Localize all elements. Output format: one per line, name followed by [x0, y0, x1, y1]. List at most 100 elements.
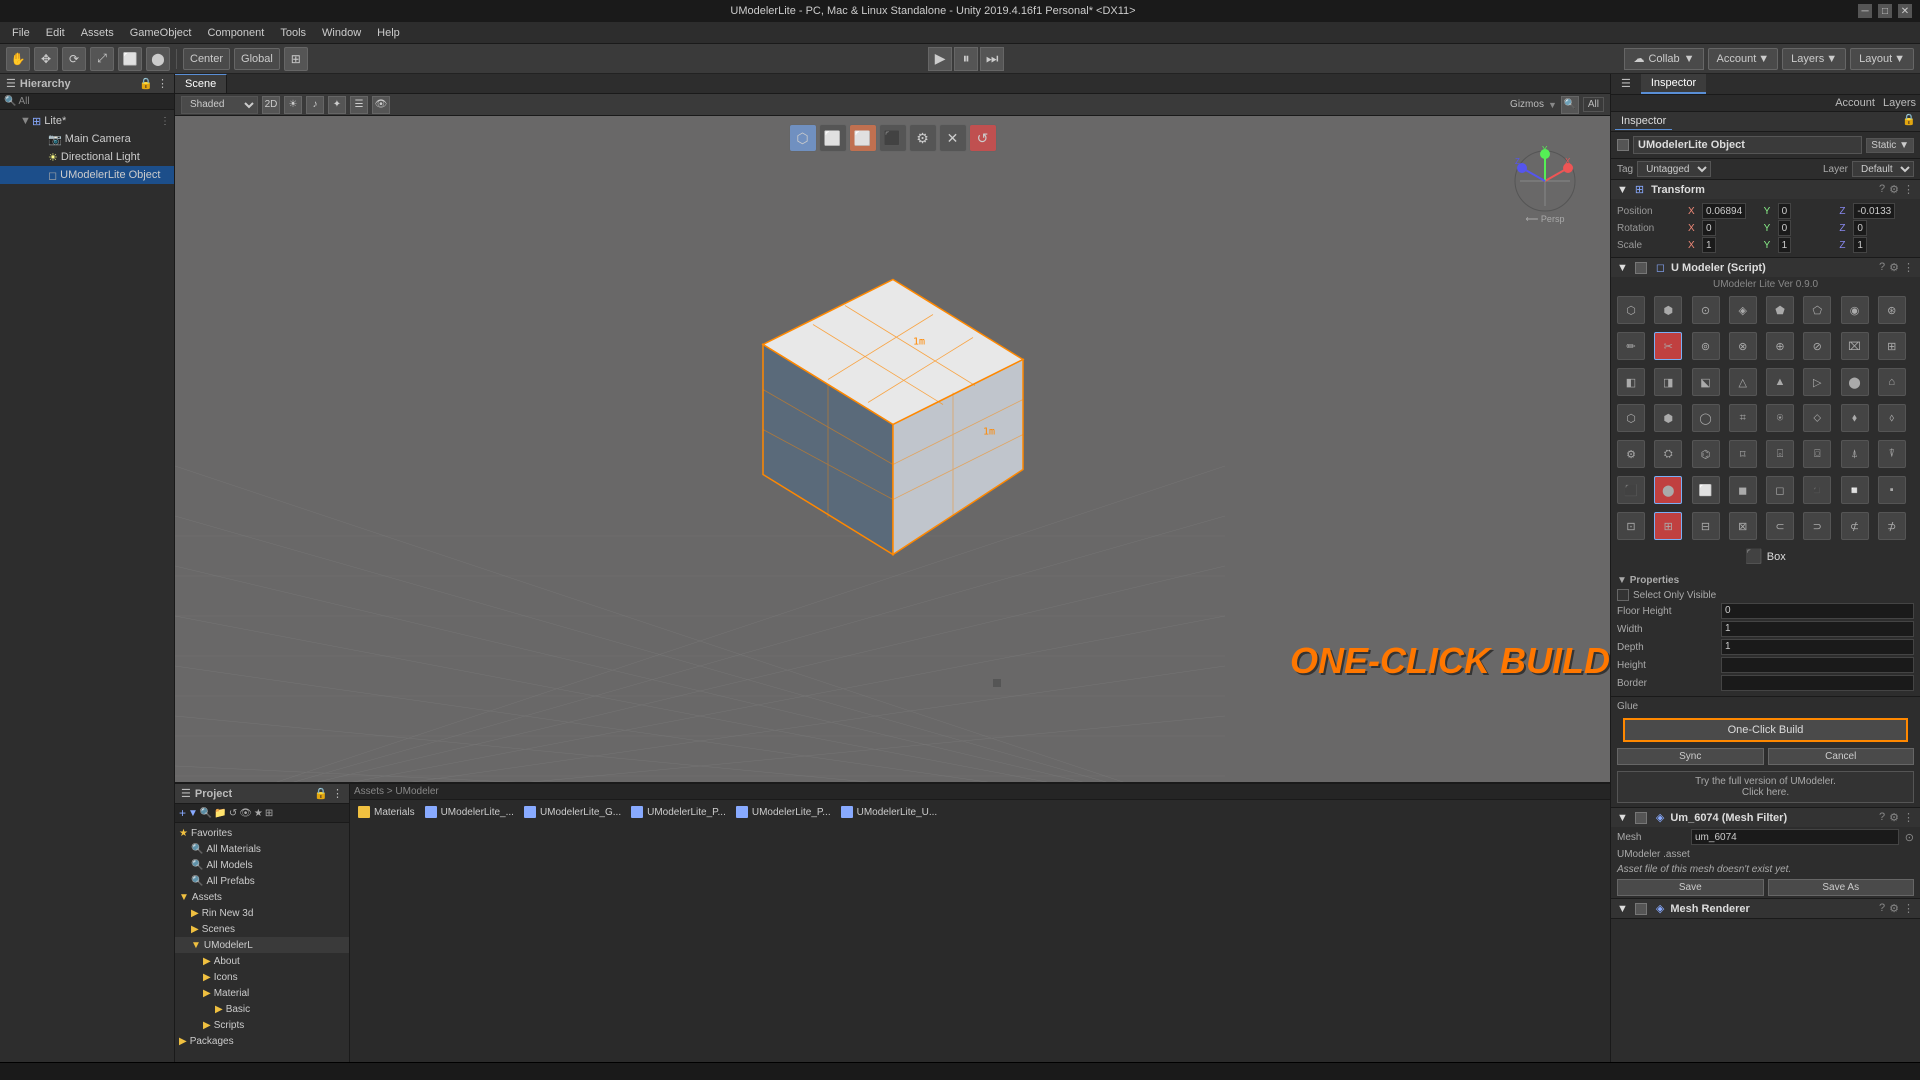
tool-btn-5[interactable]: ⬟ — [1766, 296, 1794, 324]
tool-btn-13[interactable]: ⊕ — [1766, 332, 1794, 360]
umodeler-material[interactable]: ▶ Material — [175, 985, 349, 1001]
account-tab[interactable]: Account — [1835, 97, 1875, 109]
favorites-prefabs[interactable]: 🔍 All Prefabs — [175, 873, 349, 889]
file-umodeler-4[interactable]: UModelerLite_P... — [732, 804, 835, 820]
hierarchy-collapse-icon[interactable]: ☰ — [6, 77, 16, 90]
scene-view-top-btn[interactable]: ⬛ — [879, 124, 907, 152]
tool-btn-47[interactable]: ◽ — [1841, 476, 1869, 504]
tag-select[interactable]: Untagged — [1637, 161, 1711, 177]
account-button[interactable]: Account ▼ — [1708, 48, 1779, 70]
menu-component[interactable]: Component — [199, 25, 272, 41]
layout-button[interactable]: Layout ▼ — [1850, 48, 1914, 70]
tool-btn-44[interactable]: ◼ — [1729, 476, 1757, 504]
favorites-materials[interactable]: 🔍 All Materials — [175, 841, 349, 857]
umodeler-enabled-checkbox[interactable] — [1635, 262, 1647, 274]
scene-view[interactable]: 1m 1m 1m ONE-CLICK BUILD X — [175, 116, 1610, 782]
project-star-btn[interactable]: ★ — [254, 808, 263, 819]
hidden-objects-btn[interactable]: 👁 — [372, 96, 390, 114]
hierarchy-menu-icon[interactable]: ⋮ — [157, 77, 168, 90]
scene-view-persp-btn[interactable]: ⬡ — [789, 124, 817, 152]
scene-view-mode[interactable]: ☰ — [350, 96, 368, 114]
hierarchy-lock-icon[interactable]: 🔒 — [139, 77, 153, 90]
tool-btn-51[interactable]: ⊟ — [1692, 512, 1720, 540]
inspector-sub-tab[interactable]: Inspector — [1615, 113, 1672, 130]
tool-btn-6[interactable]: ⬠ — [1803, 296, 1831, 324]
mesh-filter-info[interactable]: ? — [1879, 811, 1885, 824]
active-checkbox[interactable] — [1617, 139, 1629, 151]
tool-btn-30[interactable]: ⬦ — [1803, 404, 1831, 432]
audio-btn[interactable]: ♪ — [306, 96, 324, 114]
rot-z-value[interactable]: 0 — [1853, 220, 1867, 236]
favorites-models[interactable]: 🔍 All Models — [175, 857, 349, 873]
tool-btn-22[interactable]: ▷ — [1803, 368, 1831, 396]
tool-btn-18[interactable]: ◨ — [1654, 368, 1682, 396]
hierarchy-directional-light[interactable]: ☀ Directional Light — [0, 148, 174, 166]
tool-btn-24[interactable]: ⌂ — [1878, 368, 1906, 396]
transform-menu-icon[interactable]: ⋮ — [1903, 183, 1914, 196]
mesh-renderer-menu[interactable]: ⋮ — [1903, 902, 1914, 915]
project-menu-icon[interactable]: ⋮ — [332, 787, 343, 800]
depth-value[interactable]: 1 — [1721, 639, 1914, 655]
tool-btn-20[interactable]: △ — [1729, 368, 1757, 396]
tool-btn-56[interactable]: ⊅ — [1878, 512, 1906, 540]
tool-btn-25[interactable]: ⬡ — [1617, 404, 1645, 432]
properties-header[interactable]: ▼ Properties — [1617, 573, 1914, 588]
lock-icon[interactable]: 🔒 — [1902, 113, 1916, 130]
one-click-build-button[interactable]: One-Click Build — [1623, 718, 1908, 742]
tool-btn-17[interactable]: ◧ — [1617, 368, 1645, 396]
tool-btn-29[interactable]: ⍟ — [1766, 404, 1794, 432]
close-btn[interactable]: ✕ — [1898, 4, 1912, 18]
tool-btn-14[interactable]: ⊘ — [1803, 332, 1831, 360]
hand-tool[interactable]: ✋ — [6, 47, 30, 71]
scene-view-refresh-btn[interactable]: ↺ — [969, 124, 997, 152]
tool-btn-36[interactable]: ⌑ — [1729, 440, 1757, 468]
tool-btn-32[interactable]: ⬨ — [1878, 404, 1906, 432]
width-value[interactable]: 1 — [1721, 621, 1914, 637]
tool-btn-43[interactable]: ⬜ — [1692, 476, 1720, 504]
mesh-filter-enabled[interactable] — [1635, 812, 1647, 824]
effects-btn[interactable]: ✦ — [328, 96, 346, 114]
mesh-renderer-settings[interactable]: ⚙ — [1889, 902, 1899, 915]
scene-view-settings-btn[interactable]: ⚙ — [909, 124, 937, 152]
transform-header[interactable]: ▼ ⊞ Transform ? ⚙ ⋮ — [1611, 180, 1920, 199]
tool-btn-41[interactable]: ⬛ — [1617, 476, 1645, 504]
hierarchy-all-label[interactable]: All — [18, 96, 29, 107]
border-value[interactable] — [1721, 675, 1914, 691]
tool-btn-1[interactable]: ⬡ — [1617, 296, 1645, 324]
assets-rin[interactable]: ▶ Rin New 3d — [175, 905, 349, 921]
grid-snap-btn[interactable]: ⊞ — [284, 47, 308, 71]
layers-tab[interactable]: Layers — [1883, 97, 1916, 109]
hierarchy-main-camera[interactable]: 📷 Main Camera — [0, 130, 174, 148]
scene-view-right-btn[interactable]: ⬜ — [849, 124, 877, 152]
assets-umodeler[interactable]: ▼ UModelerL — [175, 937, 349, 953]
rot-x-value[interactable]: 0 — [1702, 220, 1716, 236]
file-materials[interactable]: Materials — [354, 804, 419, 820]
global-toggle[interactable]: Global — [234, 48, 280, 70]
scene-gizmo[interactable]: X Y Z ⟵ Persp — [1510, 146, 1580, 216]
tool-btn-28[interactable]: ⌗ — [1729, 404, 1757, 432]
transform-tool[interactable]: ⬤ — [146, 47, 170, 71]
tool-btn-46[interactable]: ◾ — [1803, 476, 1831, 504]
umodeler-about[interactable]: ▶ About — [175, 953, 349, 969]
mesh-renderer-header[interactable]: ▼ ◈ Mesh Renderer ? ⚙ ⋮ — [1611, 899, 1920, 918]
umodeler-settings-icon[interactable]: ⚙ — [1889, 261, 1899, 274]
tab-inspector[interactable]: ☰ — [1611, 74, 1641, 94]
maximize-btn[interactable]: □ — [1878, 4, 1892, 18]
project-size-slider[interactable]: ⊞ — [265, 808, 273, 819]
cancel-button[interactable]: Cancel — [1768, 748, 1915, 765]
menu-edit[interactable]: Edit — [38, 25, 73, 41]
tool-btn-19[interactable]: ⬕ — [1692, 368, 1720, 396]
shading-dropdown[interactable]: Shaded Wireframe — [181, 96, 258, 114]
menu-gameobject[interactable]: GameObject — [122, 25, 200, 41]
tool-btn-52[interactable]: ⊠ — [1729, 512, 1757, 540]
tool-btn-2[interactable]: ⬢ — [1654, 296, 1682, 324]
file-umodeler-5[interactable]: UModelerLite_U... — [837, 804, 942, 820]
tool-btn-50[interactable]: ⊞ — [1654, 512, 1682, 540]
umodeler-menu-icon[interactable]: ⋮ — [1903, 261, 1914, 274]
favorites-section[interactable]: ★ Favorites — [175, 825, 349, 841]
assets-section[interactable]: ▼ Assets — [175, 889, 349, 905]
pos-y-value[interactable]: 0 — [1778, 203, 1792, 219]
object-name-input[interactable] — [1633, 136, 1862, 154]
tool-btn-54[interactable]: ⊃ — [1803, 512, 1831, 540]
tool-btn-31[interactable]: ⬧ — [1841, 404, 1869, 432]
